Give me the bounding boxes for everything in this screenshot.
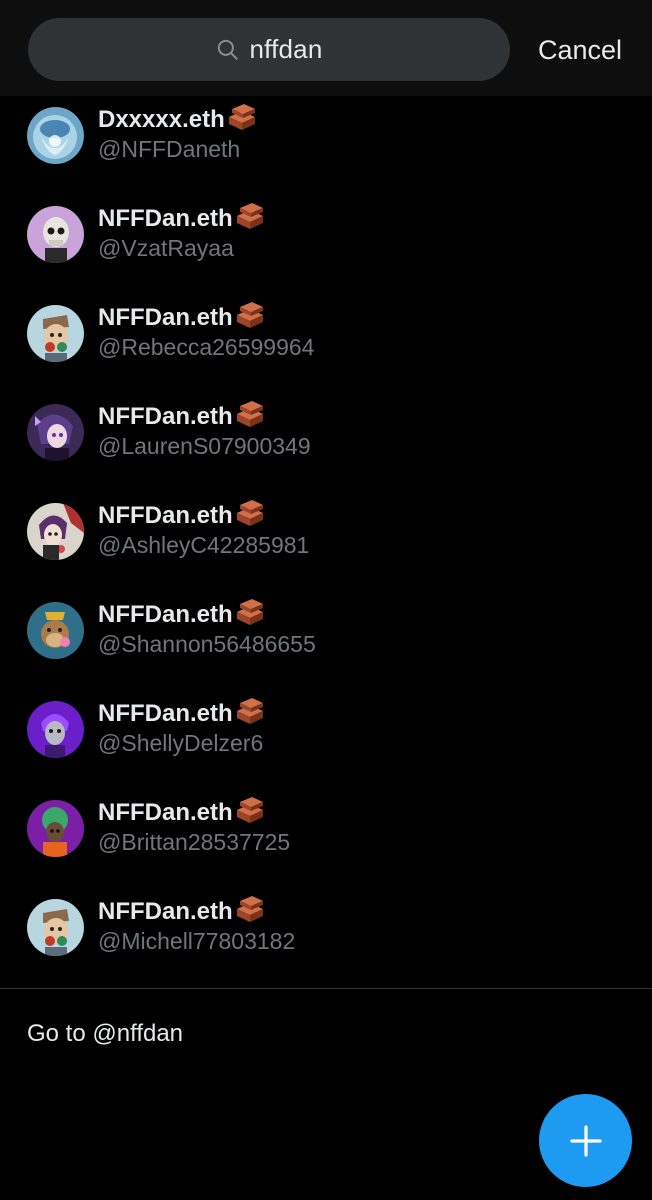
search-input[interactable]: nffdan [28, 18, 510, 81]
avatar [27, 404, 84, 461]
user-handle: @LaurenS07900349 [98, 433, 311, 459]
user-handle: @Rebecca26599964 [98, 334, 315, 360]
user-result-row[interactable]: NFFDan.eth @Shannon56486655 [0, 581, 652, 680]
compose-fab-button[interactable] [539, 1094, 632, 1187]
avatar [27, 107, 84, 164]
display-name: NFFDan.eth [98, 205, 233, 232]
display-name: NFFDan.eth [98, 304, 233, 331]
brick-icon [236, 797, 263, 823]
user-result-row[interactable]: NFFDan.eth @ShellyDelzer6 [0, 680, 652, 779]
cancel-button[interactable]: Cancel [538, 32, 622, 68]
user-result-row[interactable]: NFFDan.eth @LaurenS07900349 [0, 383, 652, 482]
display-name: NFFDan.eth [98, 403, 233, 430]
search-icon [218, 39, 239, 60]
user-handle: @Brittan28537725 [98, 829, 291, 855]
user-handle: @VzatRayaa [98, 235, 234, 261]
user-result-row[interactable]: Dxxxxx.eth @NFFDaneth [0, 86, 652, 185]
search-header: nffdan Cancel [0, 0, 652, 96]
divider [0, 988, 652, 989]
user-result-row[interactable]: NFFDan.eth @Rebecca26599964 [0, 284, 652, 383]
display-name: NFFDan.eth [98, 502, 233, 529]
search-results-screen: nffdan Cancel Dxxxxx.eth @NFFDaneth NFFD… [0, 0, 652, 1200]
user-handle: @AshleyC42285981 [98, 532, 310, 558]
display-name: NFFDan.eth [98, 799, 233, 826]
avatar [27, 305, 84, 362]
display-name: NFFDan.eth [98, 601, 233, 628]
avatar [27, 899, 84, 956]
avatar [27, 602, 84, 659]
brick-icon [236, 698, 263, 724]
brick-icon [236, 203, 263, 229]
display-name: Dxxxxx.eth [98, 106, 225, 133]
user-handle: @ShellyDelzer6 [98, 730, 264, 756]
user-result-row[interactable]: NFFDan.eth @Brittan28537725 [0, 779, 652, 878]
user-handle: @Michell77803182 [98, 928, 296, 954]
user-handle: @NFFDaneth [98, 136, 241, 162]
user-handle: @Shannon56486655 [98, 631, 316, 657]
avatar [27, 800, 84, 857]
user-result-row[interactable]: NFFDan.eth @Michell77803182 [0, 878, 652, 977]
avatar [27, 701, 84, 758]
avatar [27, 206, 84, 263]
user-result-row[interactable]: NFFDan.eth @AshleyC42285981 [0, 482, 652, 581]
brick-icon [236, 896, 263, 922]
brick-icon [236, 500, 263, 526]
display-name: NFFDan.eth [98, 898, 233, 925]
search-query: nffdan [249, 34, 323, 64]
brick-icon [236, 401, 263, 427]
plus-icon [569, 1124, 602, 1157]
brick-icon [236, 302, 263, 328]
avatar [27, 503, 84, 560]
user-result-row[interactable]: NFFDan.eth @VzatRayaa [0, 185, 652, 284]
display-name: NFFDan.eth [98, 700, 233, 727]
brick-icon [228, 104, 255, 130]
search-results-list: Dxxxxx.eth @NFFDaneth NFFDan.eth @VzatRa… [0, 86, 652, 977]
brick-icon [236, 599, 263, 625]
go-to-profile-link[interactable]: Go to @nffdan [27, 1020, 183, 1048]
